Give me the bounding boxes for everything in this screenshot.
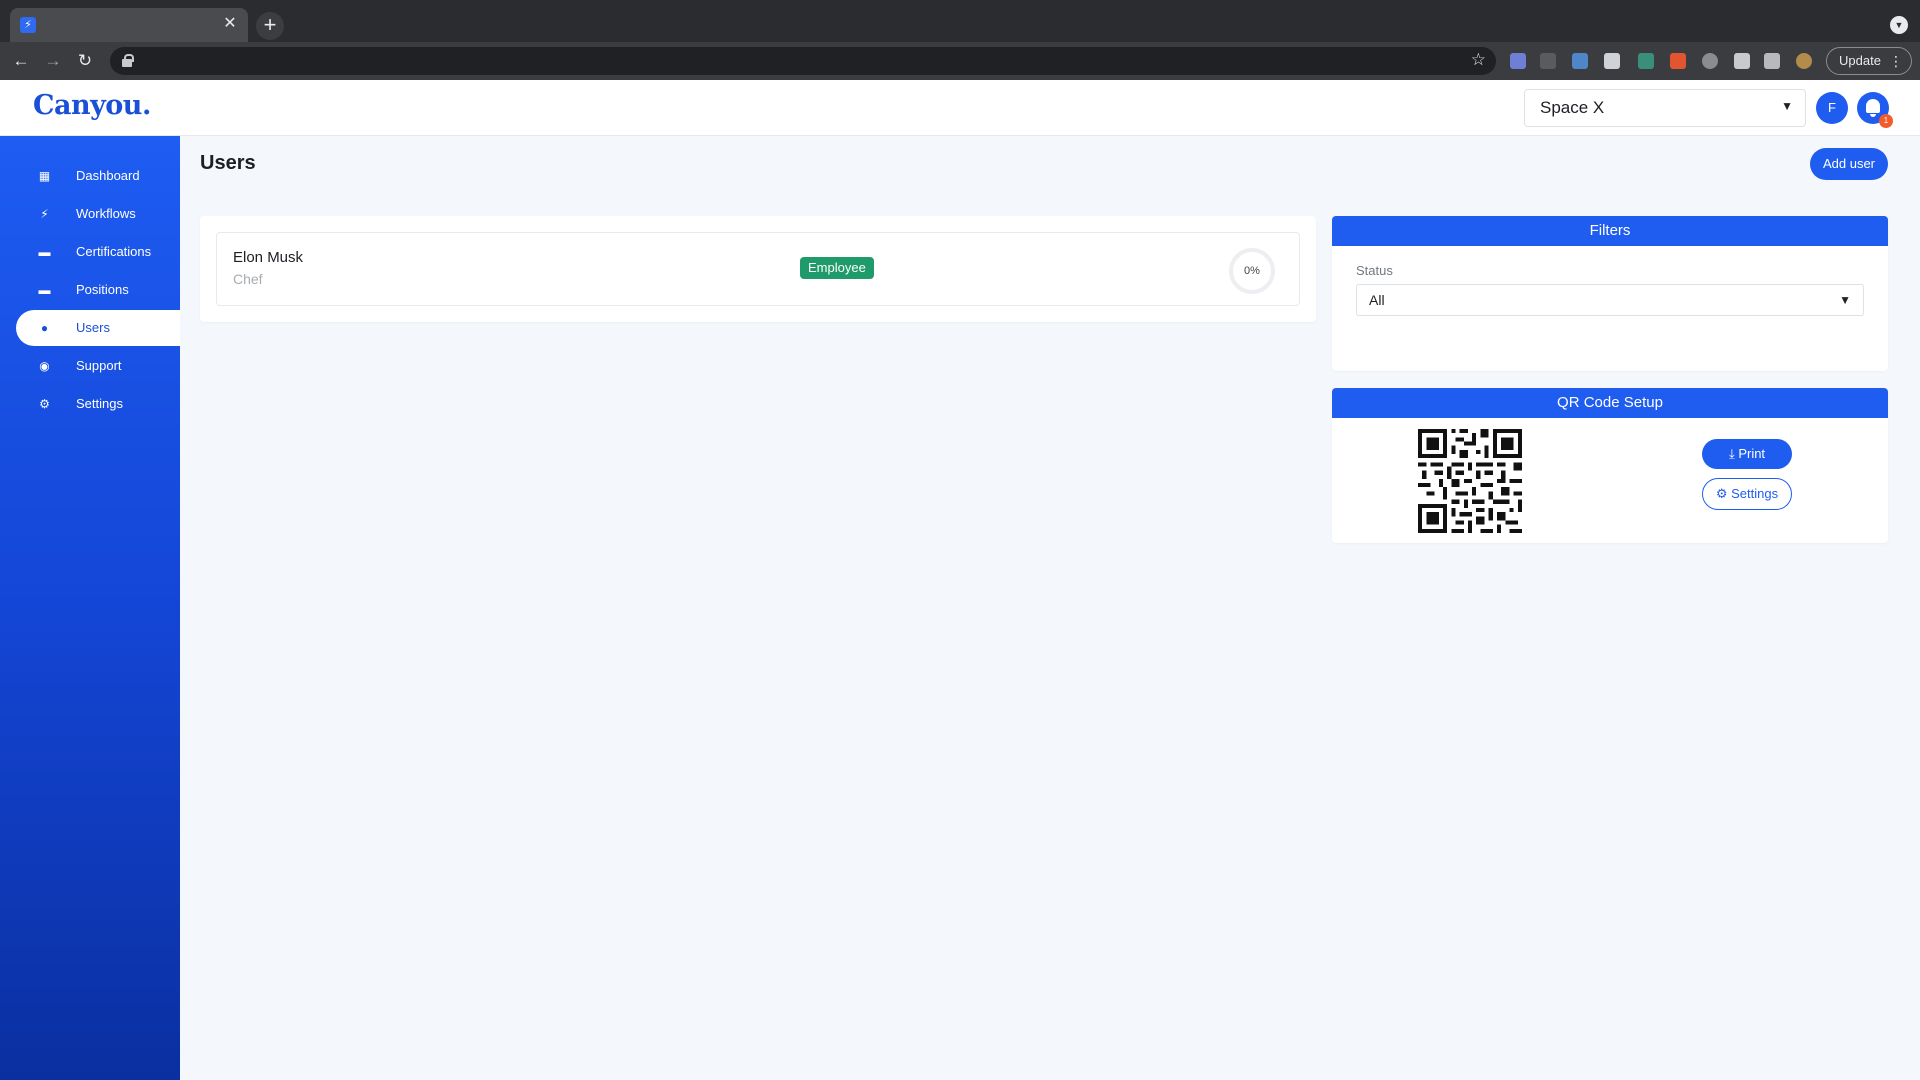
chevron-down-icon: ▼	[1839, 293, 1851, 307]
sidebar-item-label: Workflows	[76, 206, 136, 221]
qr-code-image	[1418, 429, 1522, 533]
filters-panel: Filters Status All ▼	[1332, 216, 1888, 371]
new-tab-button[interactable]: +	[256, 12, 284, 40]
sidebar-item-label: Settings	[76, 396, 123, 411]
briefcase-icon: ▬	[38, 283, 51, 297]
update-button[interactable]: Update ⋮	[1826, 47, 1912, 75]
gear-icon: ⚙	[39, 397, 50, 411]
sidebar-item-label: Support	[76, 358, 122, 373]
filters-title: Filters	[1332, 216, 1888, 246]
dashboard-icon: ▦	[38, 169, 51, 183]
extension-icon[interactable]	[1638, 53, 1654, 69]
employee-badge: Employee	[800, 257, 874, 279]
briefcase-icon: ▬	[38, 245, 51, 259]
chat-icon: ◉	[39, 359, 50, 373]
sidebar-item-settings[interactable]: ⚙ Settings	[16, 386, 180, 422]
user-role: Chef	[233, 271, 263, 287]
sidebar-item-positions[interactable]: ▬ Positions	[16, 272, 180, 308]
reading-list-icon[interactable]	[1764, 53, 1780, 69]
sidebar-item-certifications[interactable]: ▬ Certifications	[16, 234, 180, 270]
user-row[interactable]: Elon Musk Chef Employee 0%	[216, 232, 1300, 306]
bell-icon	[1866, 99, 1880, 117]
back-icon[interactable]: ←	[10, 50, 32, 72]
extension-icon[interactable]	[1572, 53, 1588, 69]
print-button[interactable]: ⤓ Print	[1702, 439, 1792, 469]
download-icon: ⤓	[1728, 446, 1739, 461]
profile-icon[interactable]	[1796, 53, 1812, 69]
forward-icon[interactable]: →	[42, 50, 64, 72]
extension-icon[interactable]	[1670, 53, 1686, 69]
sidebar-item-support[interactable]: ◉ Support	[16, 348, 180, 384]
print-label: Print	[1738, 446, 1766, 461]
user-name: Elon Musk	[233, 249, 304, 266]
sidebar-item-users[interactable]: ● Users	[16, 310, 180, 346]
chevron-down-icon: ▼	[1781, 99, 1793, 113]
sidebar: ▦ Dashboard ⚡ Workflows ▬ Certifications…	[0, 136, 180, 1080]
qr-code-panel: QR Code Setup ⤓ Print ⚙ Settings	[1332, 388, 1888, 543]
qr-title: QR Code Setup	[1332, 388, 1888, 418]
sidebar-item-label: Dashboard	[76, 168, 140, 183]
bookmark-star-icon[interactable]: ☆	[1471, 50, 1486, 70]
reload-icon[interactable]: ↻	[74, 50, 96, 72]
browser-toolbar: ← → ↻ ☆ Update ⋮	[0, 42, 1920, 80]
settings-label: Settings	[1731, 486, 1779, 501]
browser-tab[interactable]: ⚡ ✕	[10, 8, 248, 42]
sidebar-item-dashboard[interactable]: ▦ Dashboard	[16, 158, 180, 194]
company-value: Space X	[1540, 98, 1605, 117]
add-user-button[interactable]: Add user	[1810, 148, 1888, 180]
update-label: Update	[1839, 53, 1881, 68]
extension-icon[interactable]	[1540, 53, 1556, 69]
bolt-icon: ⚡	[20, 17, 36, 33]
avatar[interactable]: F	[1816, 92, 1848, 124]
canyou-logo[interactable]: Canyou.	[33, 90, 151, 121]
status-value: All	[1369, 292, 1385, 308]
notification-badge: 1	[1879, 114, 1893, 128]
sidebar-item-workflows[interactable]: ⚡ Workflows	[16, 196, 180, 232]
company-select[interactable]: Space X ▼	[1524, 89, 1806, 127]
progress-ring: 0%	[1229, 248, 1275, 294]
more-icon[interactable]: ⋮	[1889, 48, 1903, 74]
users-list: Elon Musk Chef Employee 0%	[200, 216, 1316, 322]
sidebar-item-label: Certifications	[76, 244, 152, 259]
status-label: Status	[1356, 263, 1393, 278]
sidebar-item-label: Users	[76, 320, 110, 335]
browser-tab-bar: ⚡ ✕ + ▼	[0, 0, 1920, 42]
extension-icon[interactable]	[1604, 53, 1620, 69]
bolt-icon: ⚡	[40, 207, 49, 221]
extension-icon[interactable]	[1702, 53, 1718, 69]
tab-search-icon[interactable]: ▼	[1890, 16, 1908, 34]
user-icon: ●	[40, 321, 49, 335]
gear-icon: ⚙	[1715, 486, 1732, 501]
lock-icon	[122, 54, 134, 67]
app-header: Canyou. Space X ▼ F 1	[0, 80, 1920, 136]
close-tab-icon[interactable]: ✕	[220, 14, 240, 34]
extension-icon[interactable]	[1510, 53, 1526, 69]
puzzle-icon[interactable]	[1734, 53, 1750, 69]
page-title: Users	[200, 152, 256, 174]
status-select[interactable]: All ▼	[1356, 284, 1864, 316]
sidebar-item-label: Positions	[76, 282, 129, 297]
address-bar[interactable]: ☆	[110, 47, 1496, 75]
qr-settings-button[interactable]: ⚙ Settings	[1702, 478, 1792, 510]
notifications-button[interactable]: 1	[1857, 92, 1893, 128]
